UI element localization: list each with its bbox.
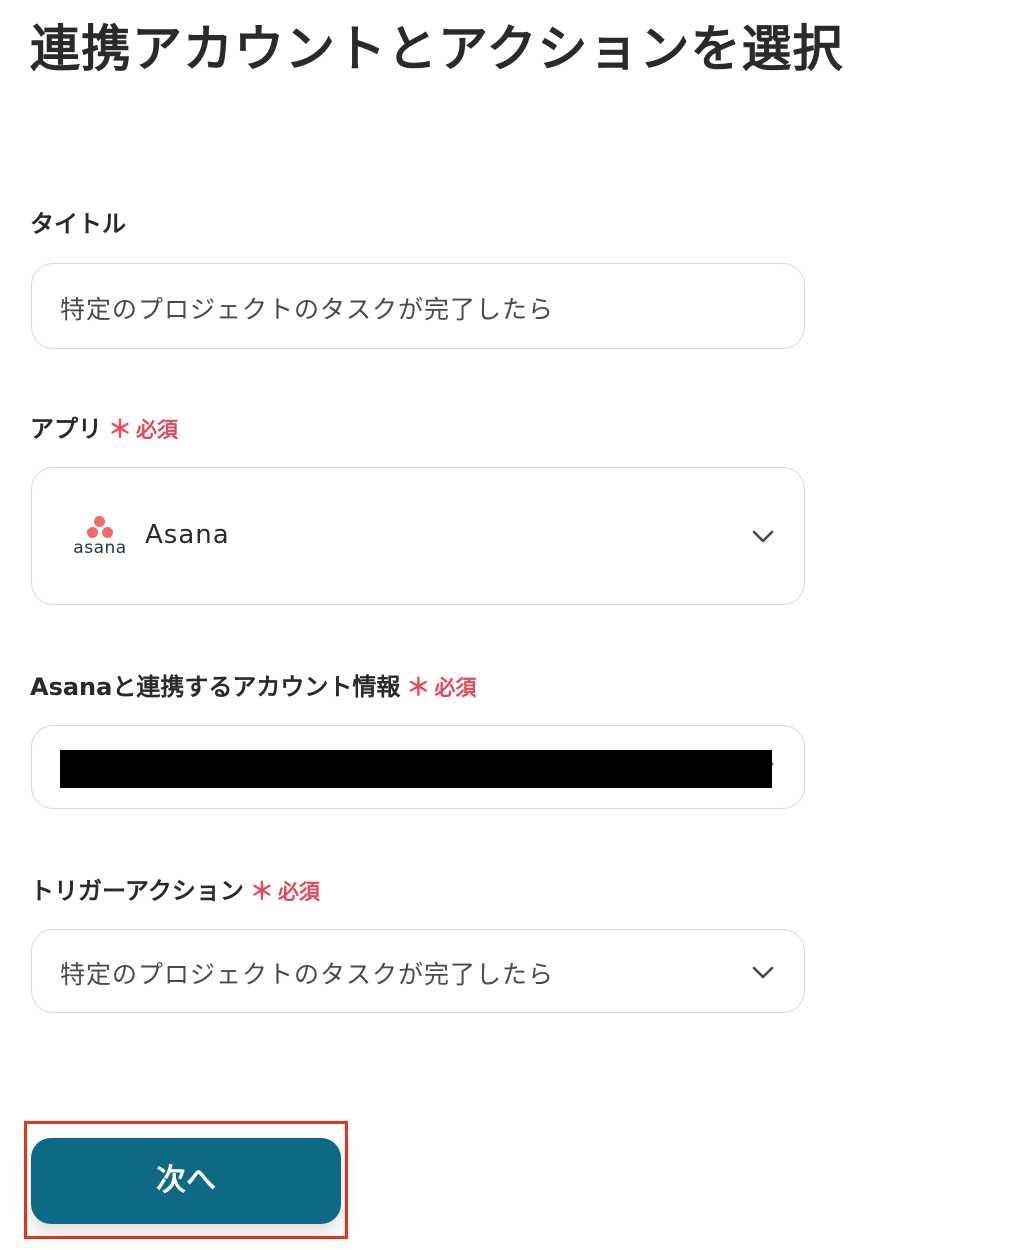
title-label-text: タイトル <box>30 210 126 238</box>
required-asterisk-icon: ＊ <box>108 415 132 443</box>
redacted-account-value <box>60 750 772 788</box>
app-select[interactable]: asana Asana <box>31 467 805 605</box>
app-select-value: Asana <box>145 520 230 550</box>
page: 連携アカウントとアクションを選択 タイトル 特定のプロジェクトのタスクが完了した… <box>0 0 1022 1250</box>
account-label-text: Asanaと連携するアカウント情報 <box>30 673 401 701</box>
account-label: Asanaと連携するアカウント情報＊必須 <box>30 670 476 705</box>
account-select[interactable] <box>31 725 805 809</box>
required-badge: 必須 <box>277 880 320 904</box>
trigger-action-select[interactable]: 特定のプロジェクトのタスクが完了したら <box>31 929 805 1013</box>
chevron-down-icon <box>752 966 774 979</box>
required-asterisk-icon: ＊ <box>249 877 274 905</box>
next-button[interactable]: 次へ <box>31 1138 341 1224</box>
app-label-text: アプリ <box>30 415 102 443</box>
trigger-label-text: トリガーアクション <box>30 877 244 905</box>
trigger-action-value: 特定のプロジェクトのタスクが完了したら <box>60 960 555 989</box>
asana-logo-dot-left <box>87 527 98 538</box>
asana-logo-icon: asana <box>70 514 130 558</box>
asana-logo-dot-right <box>102 527 113 538</box>
app-label: アプリ＊必須 <box>30 412 178 447</box>
title-input-value: 特定のプロジェクトのタスクが完了したら <box>60 295 555 324</box>
chevron-down-icon <box>752 530 774 543</box>
asana-logo-dot-top <box>94 516 105 527</box>
title-label: タイトル <box>30 207 126 241</box>
asana-logo-wordmark: asana <box>73 538 127 558</box>
title-input[interactable]: 特定のプロジェクトのタスクが完了したら <box>31 263 805 349</box>
page-title: 連携アカウントとアクションを選択 <box>30 20 844 78</box>
required-asterisk-icon: ＊ <box>406 673 431 701</box>
required-badge: 必須 <box>136 418 178 442</box>
trigger-label: トリガーアクション＊必須 <box>30 874 320 909</box>
required-badge: 必須 <box>434 676 477 700</box>
